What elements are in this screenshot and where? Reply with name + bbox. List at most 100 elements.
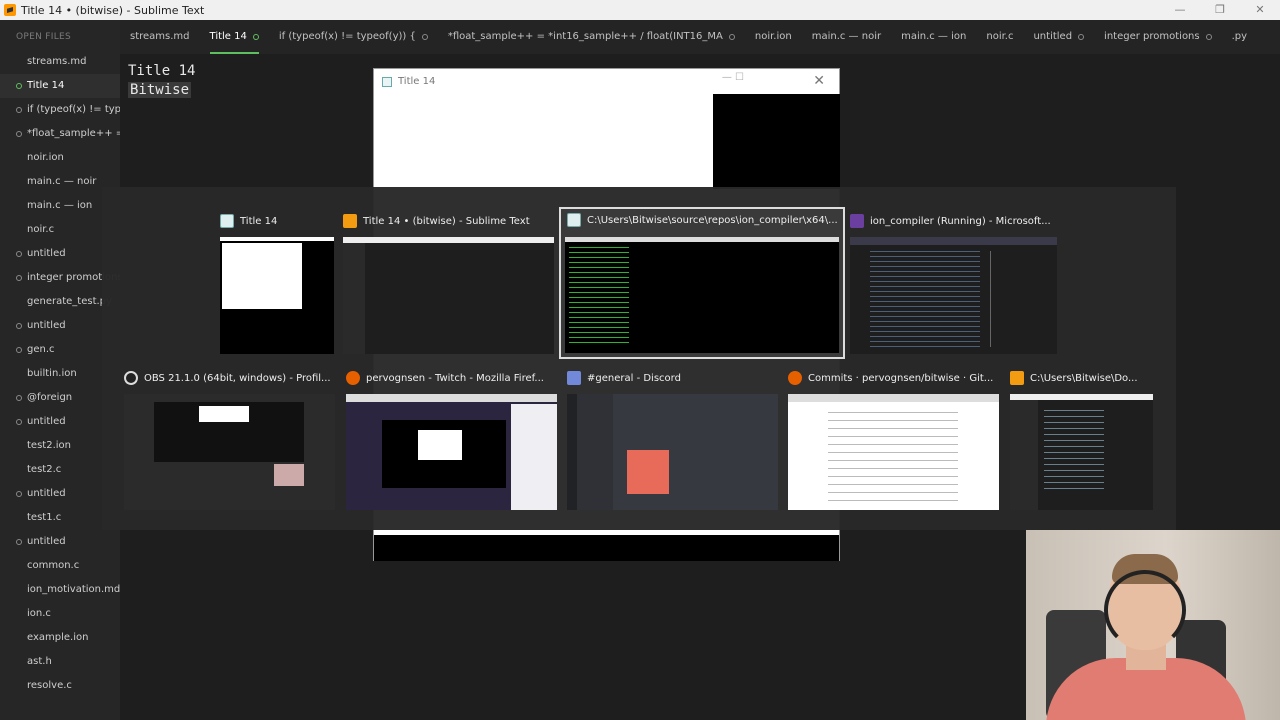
unsaved-dot-icon (16, 107, 22, 113)
editor-tab[interactable]: .py (1222, 20, 1257, 54)
editor-tab[interactable]: Title 14 (200, 20, 269, 54)
unsaved-dot-icon (16, 491, 22, 497)
switcher-thumb-title14[interactable]: Title 14 (220, 210, 334, 354)
tab-label: .py (1231, 31, 1248, 42)
thumb-preview (565, 237, 839, 353)
close-button[interactable]: ✕ (1240, 0, 1280, 20)
thumb-label: Commits · pervognsen/bitwise · Git... (808, 372, 994, 384)
unsaved-dot-icon (16, 539, 22, 545)
sidebar-file-label: main.c — noir (27, 176, 97, 187)
thumb-label: ion_compiler (Running) - Microsoft... (870, 215, 1051, 227)
thumb-label: Title 14 • (bitwise) - Sublime Text (363, 215, 530, 227)
sidebar-file-label: untitled (27, 320, 66, 331)
editor-tab[interactable]: main.c — ion (891, 20, 976, 54)
tab-label: integer promotions (1104, 31, 1200, 42)
webcam-overlay (1026, 530, 1280, 720)
sidebar-file-label: common.c (27, 560, 80, 571)
switcher-thumb-obs[interactable]: OBS 21.1.0 (64bit, windows) - Profil... (124, 367, 335, 510)
tab-dirty-icon[interactable] (1205, 34, 1212, 40)
firefox-icon (346, 371, 360, 385)
thumb-label: Title 14 (240, 215, 278, 227)
restore-button[interactable]: ❐ (1200, 0, 1240, 20)
switcher-thumb-discord[interactable]: #general - Discord (567, 367, 778, 510)
sidebar-file-item[interactable]: streams.md (0, 50, 120, 74)
thumb-preview (220, 237, 334, 354)
switcher-thumb-twitch-firefox[interactable]: pervognsen - Twitch - Mozilla Firef... (346, 367, 557, 510)
sidebar-file-label: ion.c (27, 608, 51, 619)
unsaved-dot-icon (16, 131, 22, 137)
sidebar-file-label: untitled (27, 536, 66, 547)
code-text: Title 14 Bitwise (128, 62, 195, 100)
sidebar-file-item[interactable]: untitled (0, 530, 120, 554)
editor-tab[interactable]: integer promotions (1094, 20, 1222, 54)
sidebar-file-item[interactable]: Title 14 (0, 74, 120, 98)
sidebar-file-item[interactable]: example.ion (0, 626, 120, 650)
window-switcher-overlay: Title 14 Title 14 • (bitwise) - Sublime … (102, 187, 1176, 530)
thumb-label: pervognsen - Twitch - Mozilla Firef... (366, 372, 544, 384)
sublime-icon (343, 214, 357, 228)
thumb-preview (343, 237, 554, 354)
tab-label: noir.c (986, 31, 1014, 42)
switcher-thumb-visual-studio[interactable]: ion_compiler (Running) - Microsoft... (850, 210, 1057, 354)
sidebar-file-label: untitled (27, 248, 66, 259)
sidebar-file-label: noir.ion (27, 152, 64, 163)
sidebar-file-item[interactable]: common.c (0, 554, 120, 578)
sidebar-file-label: if (typeof(x) != typeof(y)) { (27, 104, 120, 115)
unsaved-dot-icon (16, 251, 22, 257)
tab-label: main.c — noir (811, 31, 882, 42)
switcher-thumb-sublime-docs[interactable]: C:\Users\Bitwise\Do... (1010, 367, 1153, 510)
sublime-app-icon (4, 4, 16, 16)
tab-dirty-icon[interactable] (1078, 34, 1085, 40)
game-black-rect (713, 94, 840, 189)
game-window-title: Title 14 (398, 76, 436, 87)
thumb-preview (850, 237, 1057, 354)
console-icon (567, 213, 581, 227)
editor-tab[interactable]: noir.ion (745, 20, 802, 54)
sidebar-file-label: Title 14 (27, 80, 65, 91)
thumb-preview (788, 394, 999, 510)
tab-label: Title 14 (209, 31, 247, 42)
unsaved-dot-icon (16, 347, 22, 353)
tab-dirty-icon[interactable] (728, 34, 735, 40)
editor-tab[interactable]: noir.c (976, 20, 1023, 54)
thumb-preview (124, 394, 335, 510)
sidebar-file-item[interactable]: resolve.c (0, 674, 120, 698)
sublime-icon (1010, 371, 1024, 385)
editor-tab[interactable]: main.c — noir (802, 20, 891, 54)
code-line-1: Title 14 (128, 63, 196, 79)
sidebar-file-label: example.ion (27, 632, 89, 643)
visual-studio-icon (850, 214, 864, 228)
sidebar-file-item[interactable]: ion_motivation.md (0, 578, 120, 602)
discord-icon (567, 371, 581, 385)
thumb-label: OBS 21.1.0 (64bit, windows) - Profil... (144, 372, 331, 384)
tab-dirty-icon[interactable] (421, 34, 428, 40)
sidebar-file-item[interactable]: if (typeof(x) != typeof(y)) { (0, 98, 120, 122)
sidebar-file-item[interactable]: ion.c (0, 602, 120, 626)
window-icon (382, 76, 392, 87)
sidebar-file-item[interactable]: noir.ion (0, 146, 120, 170)
tab-label: main.c — ion (901, 31, 967, 42)
editor-tab[interactable]: untitled (1023, 20, 1094, 54)
editor-tab[interactable]: streams.md (120, 20, 200, 54)
switcher-thumb-sublime[interactable]: Title 14 • (bitwise) - Sublime Text (343, 210, 554, 354)
sidebar-file-label: ion_motivation.md (27, 584, 120, 595)
game-window-min-max[interactable]: — ☐ (722, 72, 744, 83)
tab-dirty-icon[interactable] (252, 34, 259, 40)
editor-tab[interactable]: *float_sample++ = *int16_sample++ / floa… (438, 20, 745, 54)
sidebar-file-label: test2.ion (27, 440, 71, 451)
game-black-bottom (374, 535, 839, 561)
sidebar-file-item[interactable]: ast.h (0, 650, 120, 674)
headset-icon (1104, 570, 1186, 650)
editor-tab[interactable]: if (typeof(x) != typeof(y)) { (269, 20, 438, 54)
sidebar-file-item[interactable]: *float_sample++ = *int16_sample++ / floa… (0, 122, 120, 146)
thumb-preview (1010, 394, 1153, 510)
unsaved-dot-icon (16, 419, 22, 425)
window-titlebar: Title 14 • (bitwise) - Sublime Text — ❐ … (0, 0, 1280, 20)
thumb-preview (567, 394, 778, 510)
game-window-close-icon[interactable]: ✕ (813, 73, 825, 89)
switcher-thumb-github-firefox[interactable]: Commits · pervognsen/bitwise · Git... (788, 367, 999, 510)
switcher-thumb-console[interactable]: C:\Users\Bitwise\source\repos\ion_compil… (559, 207, 845, 359)
thumb-label: #general - Discord (587, 372, 681, 384)
sidebar-file-label: untitled (27, 488, 66, 499)
minimize-button[interactable]: — (1160, 0, 1200, 20)
